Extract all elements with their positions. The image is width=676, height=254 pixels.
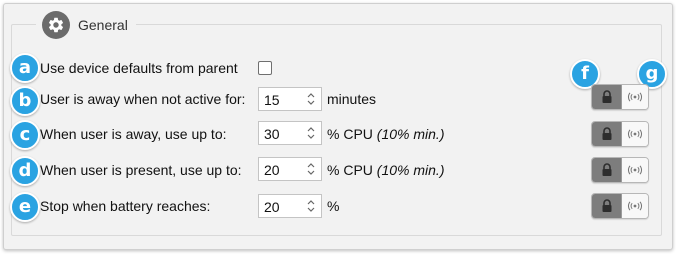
broadcast-icon — [628, 201, 642, 211]
present-cpu-unit: % CPU (10% min.) — [327, 162, 444, 178]
lock-button[interactable] — [592, 194, 622, 218]
lock-button[interactable] — [592, 122, 622, 146]
broadcast-icon — [628, 92, 642, 102]
present-cpu-note: (10% min.) — [376, 162, 445, 178]
marker-e: e — [10, 192, 40, 222]
marker-b: b — [10, 86, 40, 116]
present-cpu-value[interactable]: 20 — [264, 162, 280, 178]
stepper-arrows-icon[interactable] — [306, 198, 316, 214]
stepper-arrows-icon[interactable] — [306, 161, 316, 177]
battery-unit: % — [327, 198, 340, 214]
broadcast-button[interactable] — [622, 158, 648, 182]
lock-icon — [602, 199, 611, 212]
battery-value[interactable]: 20 — [264, 199, 280, 215]
broadcast-button[interactable] — [622, 85, 648, 109]
present-cpu-override-group — [591, 157, 649, 183]
marker-d: d — [10, 156, 40, 186]
away-timeout-label: User is away when not active for: — [40, 91, 246, 107]
away-cpu-unit: % CPU (10% min.) — [327, 126, 444, 142]
lock-icon — [602, 90, 611, 103]
present-cpu-label: When user is present, use up to: — [40, 162, 242, 178]
away-timeout-unit: minutes — [327, 91, 377, 107]
away-cpu-stepper[interactable]: 30 — [258, 121, 322, 145]
section-title: General — [78, 17, 128, 33]
present-cpu-unit-text: % CPU — [327, 162, 373, 178]
broadcast-icon — [628, 165, 642, 175]
marker-a: a — [10, 53, 40, 83]
away-cpu-value[interactable]: 30 — [264, 126, 280, 142]
away-timeout-value[interactable]: 15 — [264, 92, 280, 108]
broadcast-button[interactable] — [622, 194, 648, 218]
away-cpu-override-group — [591, 121, 649, 147]
battery-label: Stop when battery reaches: — [40, 198, 211, 214]
broadcast-icon — [628, 129, 642, 139]
away-cpu-label: When user is away, use up to: — [40, 126, 227, 142]
broadcast-button[interactable] — [622, 122, 648, 146]
away-timeout-override-group — [591, 84, 649, 110]
lock-icon — [602, 127, 611, 140]
lock-icon — [602, 163, 611, 176]
marker-c: c — [10, 120, 40, 150]
battery-override-group — [591, 193, 649, 219]
use-defaults-checkbox[interactable] — [258, 61, 272, 75]
away-cpu-unit-text: % CPU — [327, 126, 373, 142]
lock-button[interactable] — [592, 158, 622, 182]
gear-icon — [42, 11, 70, 39]
lock-button[interactable] — [592, 85, 622, 109]
away-cpu-note: (10% min.) — [376, 126, 445, 142]
present-cpu-stepper[interactable]: 20 — [258, 157, 322, 181]
stepper-arrows-icon[interactable] — [306, 91, 316, 107]
away-timeout-stepper[interactable]: 15 — [258, 87, 322, 111]
battery-stepper[interactable]: 20 — [258, 194, 322, 218]
use-defaults-label: Use device defaults from parent — [40, 60, 238, 76]
section-legend: General — [36, 10, 136, 40]
stepper-arrows-icon[interactable] — [306, 125, 316, 141]
